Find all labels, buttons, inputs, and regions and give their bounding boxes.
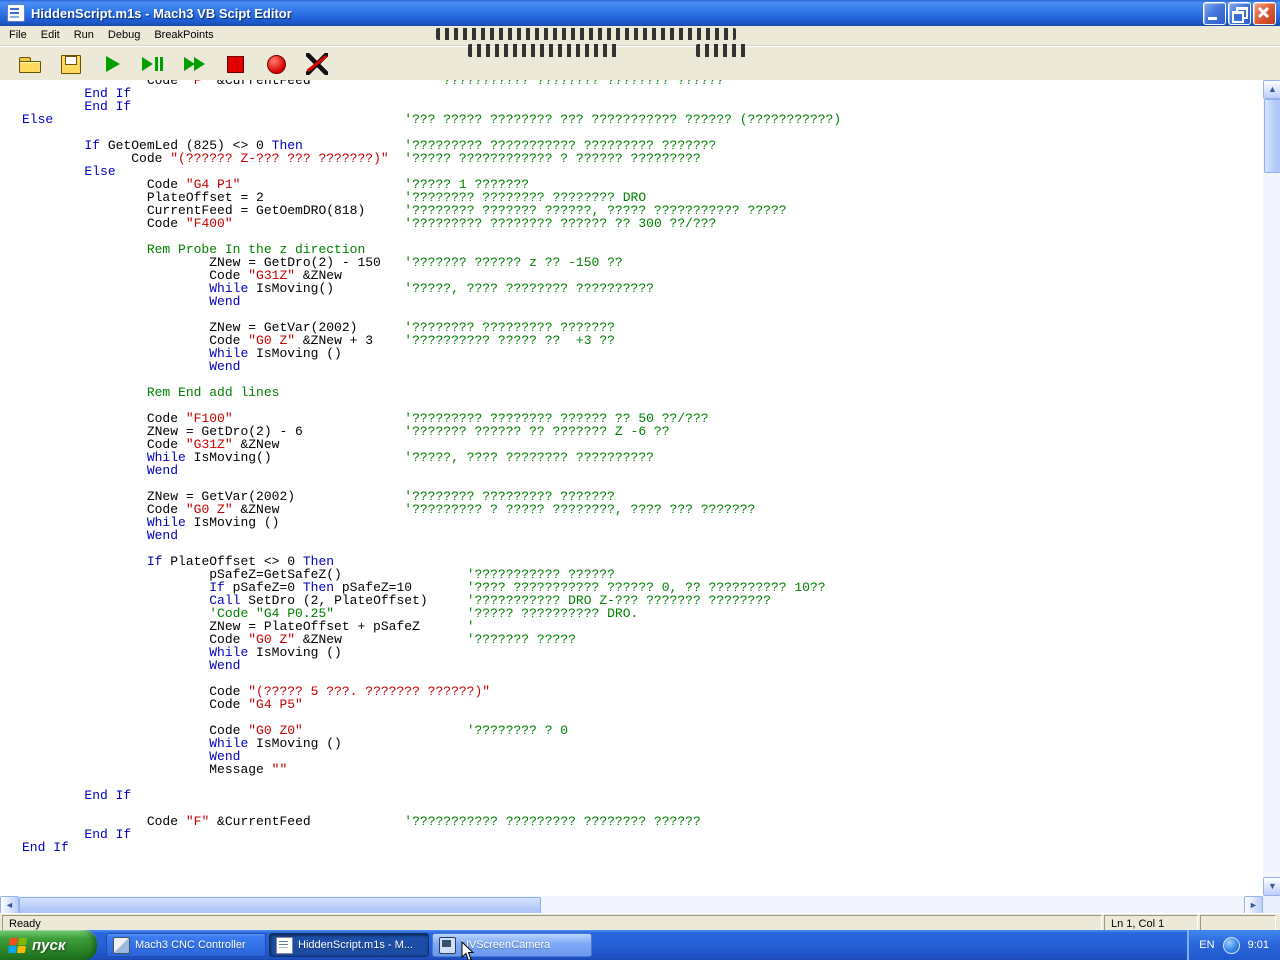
stop-button[interactable]: [219, 49, 251, 79]
minimize-button[interactable]: [1203, 1, 1226, 25]
menu-file[interactable]: File: [2, 27, 34, 44]
hiddenscript-icon: [276, 936, 293, 954]
close-button[interactable]: [1253, 1, 1276, 25]
code-line[interactable]: End If: [22, 828, 1263, 841]
run-button[interactable]: [96, 49, 128, 79]
step-button[interactable]: [137, 49, 169, 79]
taskbar-button-label: Mach3 CNC Controller: [135, 939, 246, 951]
mouse-cursor: [461, 941, 475, 960]
save-icon: [59, 52, 83, 76]
clear-breakpoints-icon: [305, 52, 329, 76]
restore-button[interactable]: [1228, 1, 1251, 25]
code-line[interactable]: Code "G4 P5": [22, 698, 1263, 711]
window-title: HiddenScript.m1s - Mach3 VB Scipt Editor: [31, 5, 292, 21]
code-line[interactable]: [22, 776, 1263, 789]
tray-app-icon[interactable]: [1222, 936, 1240, 954]
code-line[interactable]: End If: [22, 841, 1263, 854]
title-bar: HiddenScript.m1s - Mach3 VB Scipt Editor: [0, 0, 1280, 26]
stop-icon: [223, 52, 247, 76]
taskbar-button-mach3[interactable]: Mach3 CNC Controller: [106, 933, 266, 957]
system-tray: EN 9:01: [1187, 930, 1280, 960]
code-line[interactable]: Code "F400" '????????? ???????? ?????? ?…: [22, 217, 1263, 230]
menu-run[interactable]: Run: [67, 27, 101, 44]
code-line[interactable]: Message "": [22, 763, 1263, 776]
code-line[interactable]: Rem End add lines: [22, 386, 1263, 399]
screen-artifact: [696, 44, 748, 57]
run-icon: [100, 52, 124, 76]
start-label: пуск: [32, 936, 66, 954]
fast-forward-button[interactable]: [178, 49, 210, 79]
code-line[interactable]: Code "(?????? Z-??? ??? ???????)" '?????…: [22, 152, 1263, 165]
horizontal-scroll-track[interactable]: [19, 896, 1244, 914]
code-line[interactable]: Wend: [22, 360, 1263, 373]
code-line[interactable]: While IsMoving() '?????, ???? ???????? ?…: [22, 451, 1263, 464]
taskbar-button-hiddenscript[interactable]: HiddenScript.m1s - M...: [269, 933, 429, 957]
mach3-icon: [113, 936, 130, 954]
language-indicator[interactable]: EN: [1199, 939, 1214, 951]
open-button[interactable]: [14, 49, 46, 79]
horizontal-scroll-thumb[interactable]: [19, 897, 541, 914]
taskbar-button-label: HiddenScript.m1s - M...: [298, 939, 413, 951]
mach3-vb-editor-window: HiddenScript.m1s - Mach3 VB Scipt Editor…: [0, 0, 1280, 960]
code-line[interactable]: Code "F" &CurrentFeed '??????????? ?????…: [22, 80, 1263, 87]
code-line[interactable]: Wend: [22, 659, 1263, 672]
code-line[interactable]: Wend: [22, 295, 1263, 308]
code-line[interactable]: Code "F" &CurrentFeed '??????????? ?????…: [22, 815, 1263, 828]
taskbar-button-uvscreencamera[interactable]: UVScreenCamera: [432, 933, 592, 957]
code-area: Code "F" &CurrentFeed '??????????? ?????…: [22, 80, 1263, 854]
scroll-down-button[interactable]: ▼: [1263, 877, 1280, 896]
vertical-scrollbar[interactable]: ▲ ▼: [1263, 80, 1280, 896]
open-icon: [18, 52, 42, 76]
uvscreencamera-icon: [439, 936, 456, 954]
scroll-up-button[interactable]: ▲: [1263, 80, 1280, 99]
clock: 9:01: [1247, 939, 1269, 951]
windows-logo-icon: [7, 937, 28, 953]
menu-edit[interactable]: Edit: [34, 27, 67, 44]
taskbar-buttons: Mach3 CNC Controller HiddenScript.m1s - M…: [106, 933, 1187, 957]
code-line[interactable]: Wend: [22, 529, 1263, 542]
menu-breakpoints[interactable]: BreakPoints: [147, 27, 220, 44]
code-line[interactable]: While IsMoving (): [22, 516, 1263, 529]
fast-forward-icon: [182, 52, 206, 76]
code-line[interactable]: Wend: [22, 464, 1263, 477]
scrollbar-corner: [1263, 896, 1280, 913]
code-line[interactable]: End If: [22, 87, 1263, 100]
save-button[interactable]: [55, 49, 87, 79]
breakpoint-button[interactable]: [260, 49, 292, 79]
editor-text-area[interactable]: Code "F" &CurrentFeed '??????????? ?????…: [0, 80, 1263, 896]
screen-artifact: [436, 28, 736, 40]
code-line[interactable]: Else '??? ????? ???????? ??? ???????????…: [22, 113, 1263, 126]
breakpoint-icon: [264, 52, 288, 76]
step-icon: [141, 52, 165, 76]
toolbar: [0, 45, 1280, 81]
app-icon: [7, 4, 25, 22]
vertical-scroll-thumb[interactable]: [1264, 99, 1280, 173]
menu-debug[interactable]: Debug: [101, 27, 147, 44]
clear-breakpoints-button[interactable]: [301, 49, 333, 79]
horizontal-scrollbar[interactable]: ◄ ►: [0, 896, 1263, 915]
code-line[interactable]: End If: [22, 789, 1263, 802]
start-button[interactable]: пуск: [0, 930, 97, 960]
taskbar: пуск Mach3 CNC Controller HiddenScript.m1…: [0, 930, 1280, 960]
screen-artifact: [468, 44, 618, 57]
vertical-scroll-track[interactable]: [1263, 99, 1280, 877]
